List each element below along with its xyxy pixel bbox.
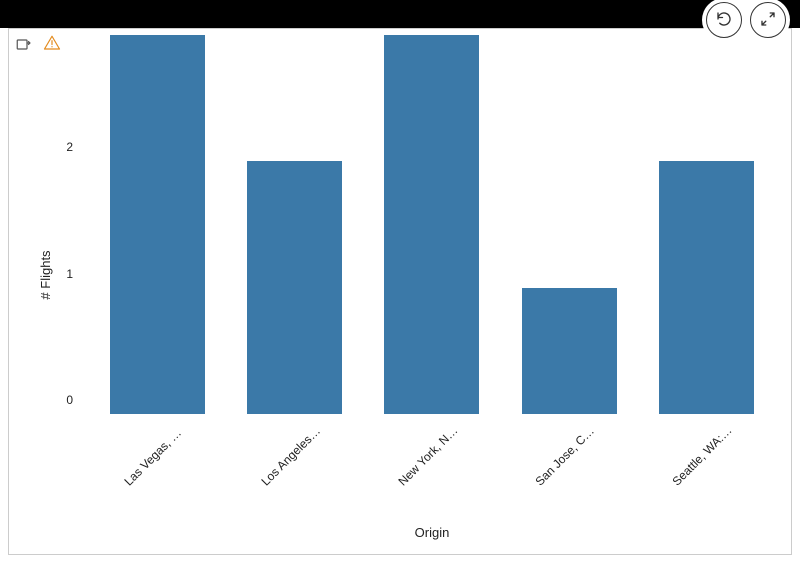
- bar-slot: [646, 35, 766, 414]
- x-tick-label: New York, NY: John ...: [395, 422, 502, 529]
- warning-indicator[interactable]: [43, 35, 61, 53]
- x-tick-label: Las Vegas, NV: McC...: [121, 422, 228, 529]
- y-tick-label: 0: [66, 393, 73, 407]
- export-button[interactable]: [15, 35, 33, 53]
- chart-panel: # Flights 012 Las Vegas, NV: McC...Los A…: [8, 28, 792, 555]
- x-tick-label-wrap: San Jose, CA: Norm...: [509, 414, 629, 494]
- bar-slot: [372, 35, 492, 414]
- refresh-icon: [715, 10, 733, 31]
- bar[interactable]: [659, 161, 754, 414]
- top-action-group: [702, 0, 790, 42]
- y-tick-label: 2: [66, 140, 73, 154]
- x-tick-label: San Jose, CA: Norm...: [533, 422, 640, 529]
- x-tick-label-wrap: Seattle, WA: Seattle...: [646, 414, 766, 494]
- export-icon: [15, 34, 33, 55]
- bar-slot: [509, 35, 629, 414]
- plot-area: [79, 35, 785, 414]
- bar[interactable]: [384, 35, 479, 414]
- bar-group: [79, 35, 785, 414]
- bar[interactable]: [247, 161, 342, 414]
- window-top-bar: [0, 0, 800, 28]
- warning-icon: [43, 34, 61, 55]
- bar-slot: [235, 35, 355, 414]
- bar[interactable]: [522, 288, 617, 414]
- x-tick-label: Seattle, WA: Seattle...: [670, 422, 777, 529]
- panel-toolbar: [15, 35, 61, 53]
- expand-icon: [759, 10, 777, 31]
- x-tick-label-wrap: New York, NY: John ...: [372, 414, 492, 494]
- x-axis-labels: Las Vegas, NV: McC...Los Angeles, CA: Lo…: [79, 414, 785, 494]
- x-tick-label: Los Angeles, CA: Lo...: [258, 422, 365, 529]
- bar[interactable]: [110, 35, 205, 414]
- bar-chart: # Flights 012 Las Vegas, NV: McC...Los A…: [47, 35, 785, 514]
- x-axis-title: Origin: [79, 525, 785, 540]
- y-axis: 0 1 2: [47, 35, 79, 414]
- x-tick-label-wrap: Las Vegas, NV: McC...: [98, 414, 218, 494]
- bar-slot: [98, 35, 218, 414]
- fullscreen-button[interactable]: [750, 2, 786, 38]
- refresh-button[interactable]: [706, 2, 742, 38]
- x-tick-label-wrap: Los Angeles, CA: Lo...: [235, 414, 355, 494]
- y-tick-label: 1: [66, 267, 73, 281]
